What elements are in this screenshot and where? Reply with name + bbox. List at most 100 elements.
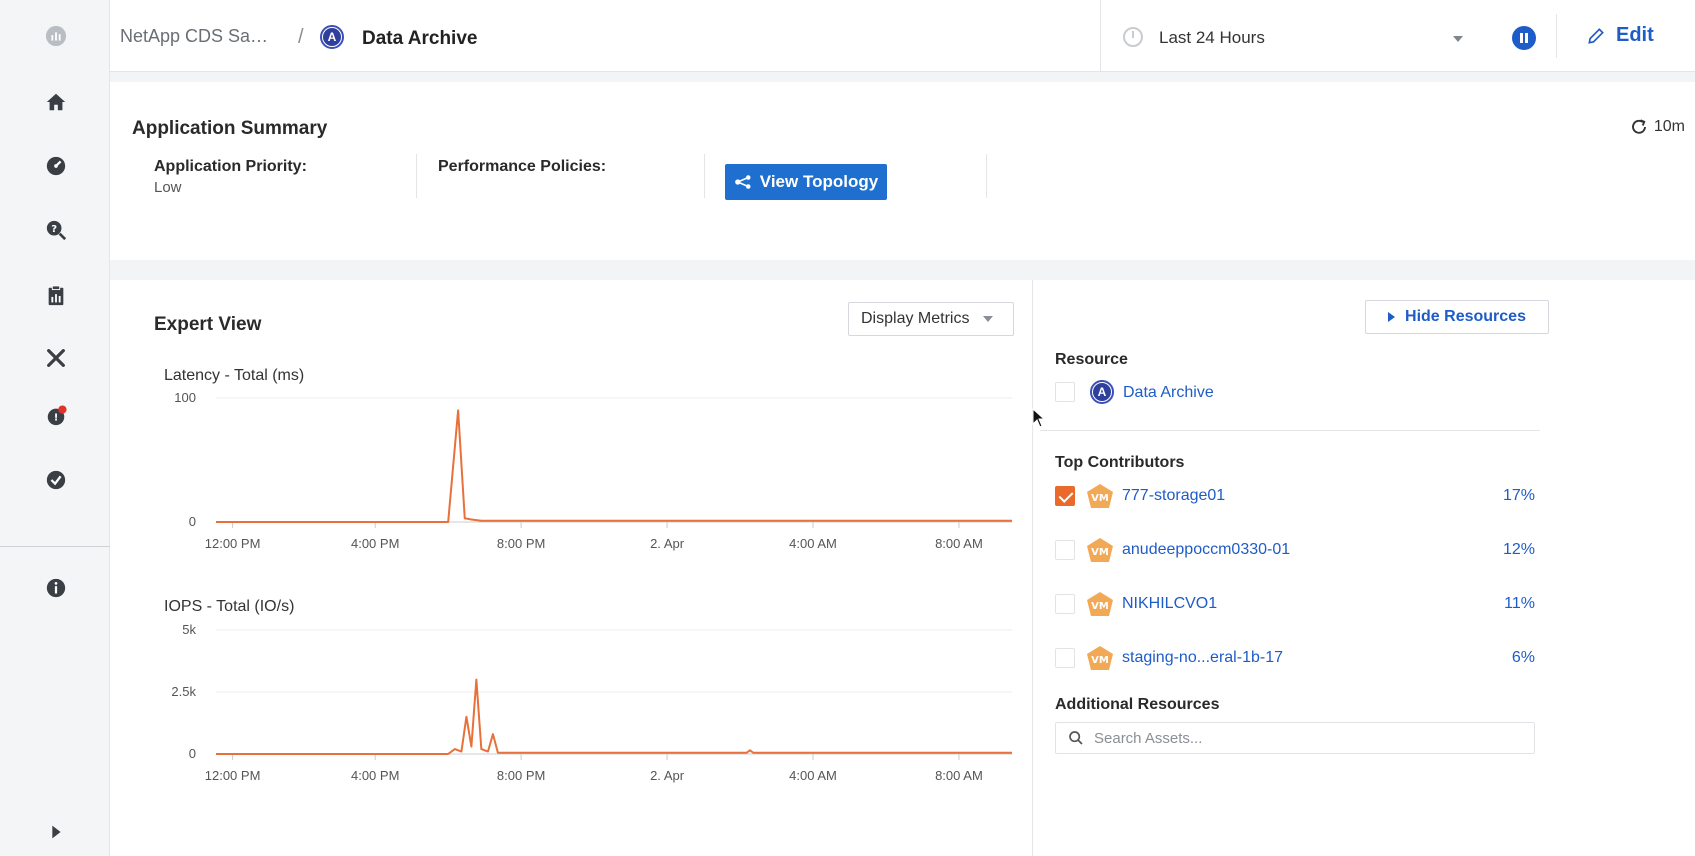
- divider: [704, 154, 705, 198]
- latency-chart: 100 0 12:00 PM 4:00 PM 8:00 PM 2. Apr 4:00 AM 8…: [174, 390, 1012, 551]
- contributor-percent: 12%: [1502, 541, 1535, 558]
- priority-label: Application Priority:: [154, 158, 307, 175]
- time-range-selector[interactable]: Last 24 Hours: [1100, 0, 1496, 72]
- vm-label: VM: [1091, 655, 1109, 666]
- x-tick-label: 4:00 PM: [351, 768, 399, 783]
- contributor-checkbox[interactable]: [1055, 486, 1075, 506]
- breadcrumb-parent[interactable]: NetApp CDS Sa…: [120, 26, 268, 47]
- resource-link[interactable]: Data Archive: [1123, 384, 1214, 402]
- contributor-percent: 17%: [1502, 487, 1535, 504]
- chevron-down-icon: [983, 316, 994, 322]
- clipboard-icon[interactable]: [44, 284, 68, 308]
- series-line: [216, 678, 1012, 755]
- expert-view-card: Expert View Display Metrics Latency - To…: [110, 280, 1695, 856]
- search-icon: [1069, 731, 1083, 745]
- refresh-label: 10m: [1653, 118, 1685, 135]
- display-metrics-dropdown[interactable]: Display Metrics: [848, 302, 1014, 336]
- application-summary-card: Application Summary 10m Application Prio…: [110, 82, 1695, 260]
- pause-button[interactable]: [1512, 26, 1536, 50]
- contributor-link[interactable]: anudeeppoccm0330-01: [1122, 541, 1290, 559]
- page-title: Data Archive: [362, 28, 478, 49]
- svg-text:!: !: [54, 413, 59, 424]
- panel-divider: [1032, 280, 1033, 856]
- contributor-checkbox[interactable]: [1055, 594, 1075, 614]
- x-tick-label: 2. Apr: [650, 768, 685, 783]
- vm-label: VM: [1091, 547, 1109, 558]
- vm-icon: VM: [1087, 646, 1113, 670]
- display-metrics-label: Display Metrics: [861, 310, 970, 327]
- application-icon: A: [1090, 380, 1114, 404]
- expert-view-title: Expert View: [154, 314, 262, 335]
- play-icon: [1388, 312, 1396, 322]
- contributor-percent: 6%: [1511, 649, 1535, 666]
- x-tick-label: 8:00 AM: [935, 536, 983, 551]
- view-topology-button[interactable]: View Topology: [725, 164, 887, 200]
- search-assets-input[interactable]: Search Assets...: [1055, 722, 1535, 754]
- sidebar-divider: [0, 546, 110, 547]
- refresh-interval[interactable]: 10m: [1630, 118, 1685, 136]
- expand-icon[interactable]: [44, 820, 68, 844]
- priority-value: Low: [154, 179, 182, 196]
- vm-icon: VM: [1087, 538, 1113, 562]
- divider: [986, 154, 987, 198]
- sidebar: ? !: [0, 0, 110, 856]
- view-topology-label: View Topology: [759, 172, 879, 191]
- vm-label: VM: [1091, 493, 1109, 504]
- x-tick-label: 4:00 AM: [789, 768, 837, 783]
- application-icon: A: [320, 25, 344, 49]
- vm-icon: VM: [1087, 484, 1113, 508]
- y-tick-label: 5k: [182, 622, 196, 637]
- series-line: [216, 409, 1012, 523]
- latency-chart-title: Latency - Total (ms): [164, 367, 305, 384]
- contributor-checkbox[interactable]: [1055, 540, 1075, 560]
- svg-text:?: ?: [51, 224, 57, 235]
- y-tick-label: 100: [174, 390, 196, 405]
- tools-icon[interactable]: [44, 346, 68, 370]
- x-tick-label: 12:00 PM: [205, 768, 261, 783]
- additional-resources-title: Additional Resources: [1055, 696, 1220, 713]
- summary-title: Application Summary: [132, 118, 328, 139]
- shield-icon[interactable]: [44, 468, 68, 492]
- vm-icon: VM: [1087, 592, 1113, 616]
- pencil-icon: [1588, 27, 1604, 44]
- divider: [1556, 14, 1557, 58]
- hide-resources-button[interactable]: Hide Resources: [1365, 300, 1549, 334]
- vm-label: VM: [1091, 601, 1109, 612]
- iops-chart-title: IOPS - Total (IO/s): [164, 598, 295, 615]
- mouse-cursor-icon: [1032, 408, 1046, 428]
- contributor-link[interactable]: 777-storage01: [1122, 487, 1225, 505]
- contributor-link[interactable]: staging-no...eral-1b-17: [1122, 649, 1283, 667]
- x-tick-label: 2. Apr: [650, 536, 685, 551]
- chevron-down-icon: [1453, 36, 1463, 42]
- divider: [416, 154, 417, 198]
- top-contributors-title: Top Contributors: [1055, 454, 1185, 471]
- clock-icon: [1123, 27, 1143, 47]
- resource-checkbox[interactable]: [1055, 382, 1075, 402]
- share-icon: [734, 175, 751, 189]
- divider: [1040, 430, 1540, 431]
- top-bar: NetApp CDS Sa… / A Data Archive Last 24 …: [110, 0, 1695, 72]
- y-tick-label: 0: [189, 746, 196, 761]
- contributor-percent: 11%: [1504, 595, 1535, 612]
- query-icon[interactable]: ?: [44, 218, 68, 242]
- contributor-link[interactable]: NIKHILCVO1: [1122, 595, 1217, 613]
- iops-chart: 5k 2.5k 0 12:00 PM 4:00 PM 8:00 PM 2. Apr 4:00 …: [171, 622, 1012, 783]
- dashboard-icon[interactable]: [44, 154, 68, 178]
- search-placeholder: Search Assets...: [1094, 729, 1203, 747]
- policies-label: Performance Policies:: [438, 158, 607, 175]
- x-tick-label: 8:00 AM: [935, 768, 983, 783]
- x-tick-label: 4:00 AM: [789, 536, 837, 551]
- logo-icon[interactable]: [44, 24, 68, 48]
- alerts-icon[interactable]: !: [44, 404, 68, 428]
- info-icon[interactable]: [44, 576, 68, 600]
- edit-button[interactable]: Edit: [1586, 24, 1654, 47]
- breadcrumb-separator: /: [298, 26, 304, 48]
- refresh-icon: [1631, 119, 1646, 134]
- time-range-label: Last 24 Hours: [1159, 28, 1265, 47]
- hide-resources-label: Hide Resources: [1405, 308, 1526, 325]
- home-icon[interactable]: [44, 90, 68, 114]
- edit-label: Edit: [1616, 24, 1654, 46]
- resource-title: Resource: [1055, 351, 1128, 368]
- contributor-checkbox[interactable]: [1055, 648, 1075, 668]
- x-tick-label: 8:00 PM: [497, 768, 545, 783]
